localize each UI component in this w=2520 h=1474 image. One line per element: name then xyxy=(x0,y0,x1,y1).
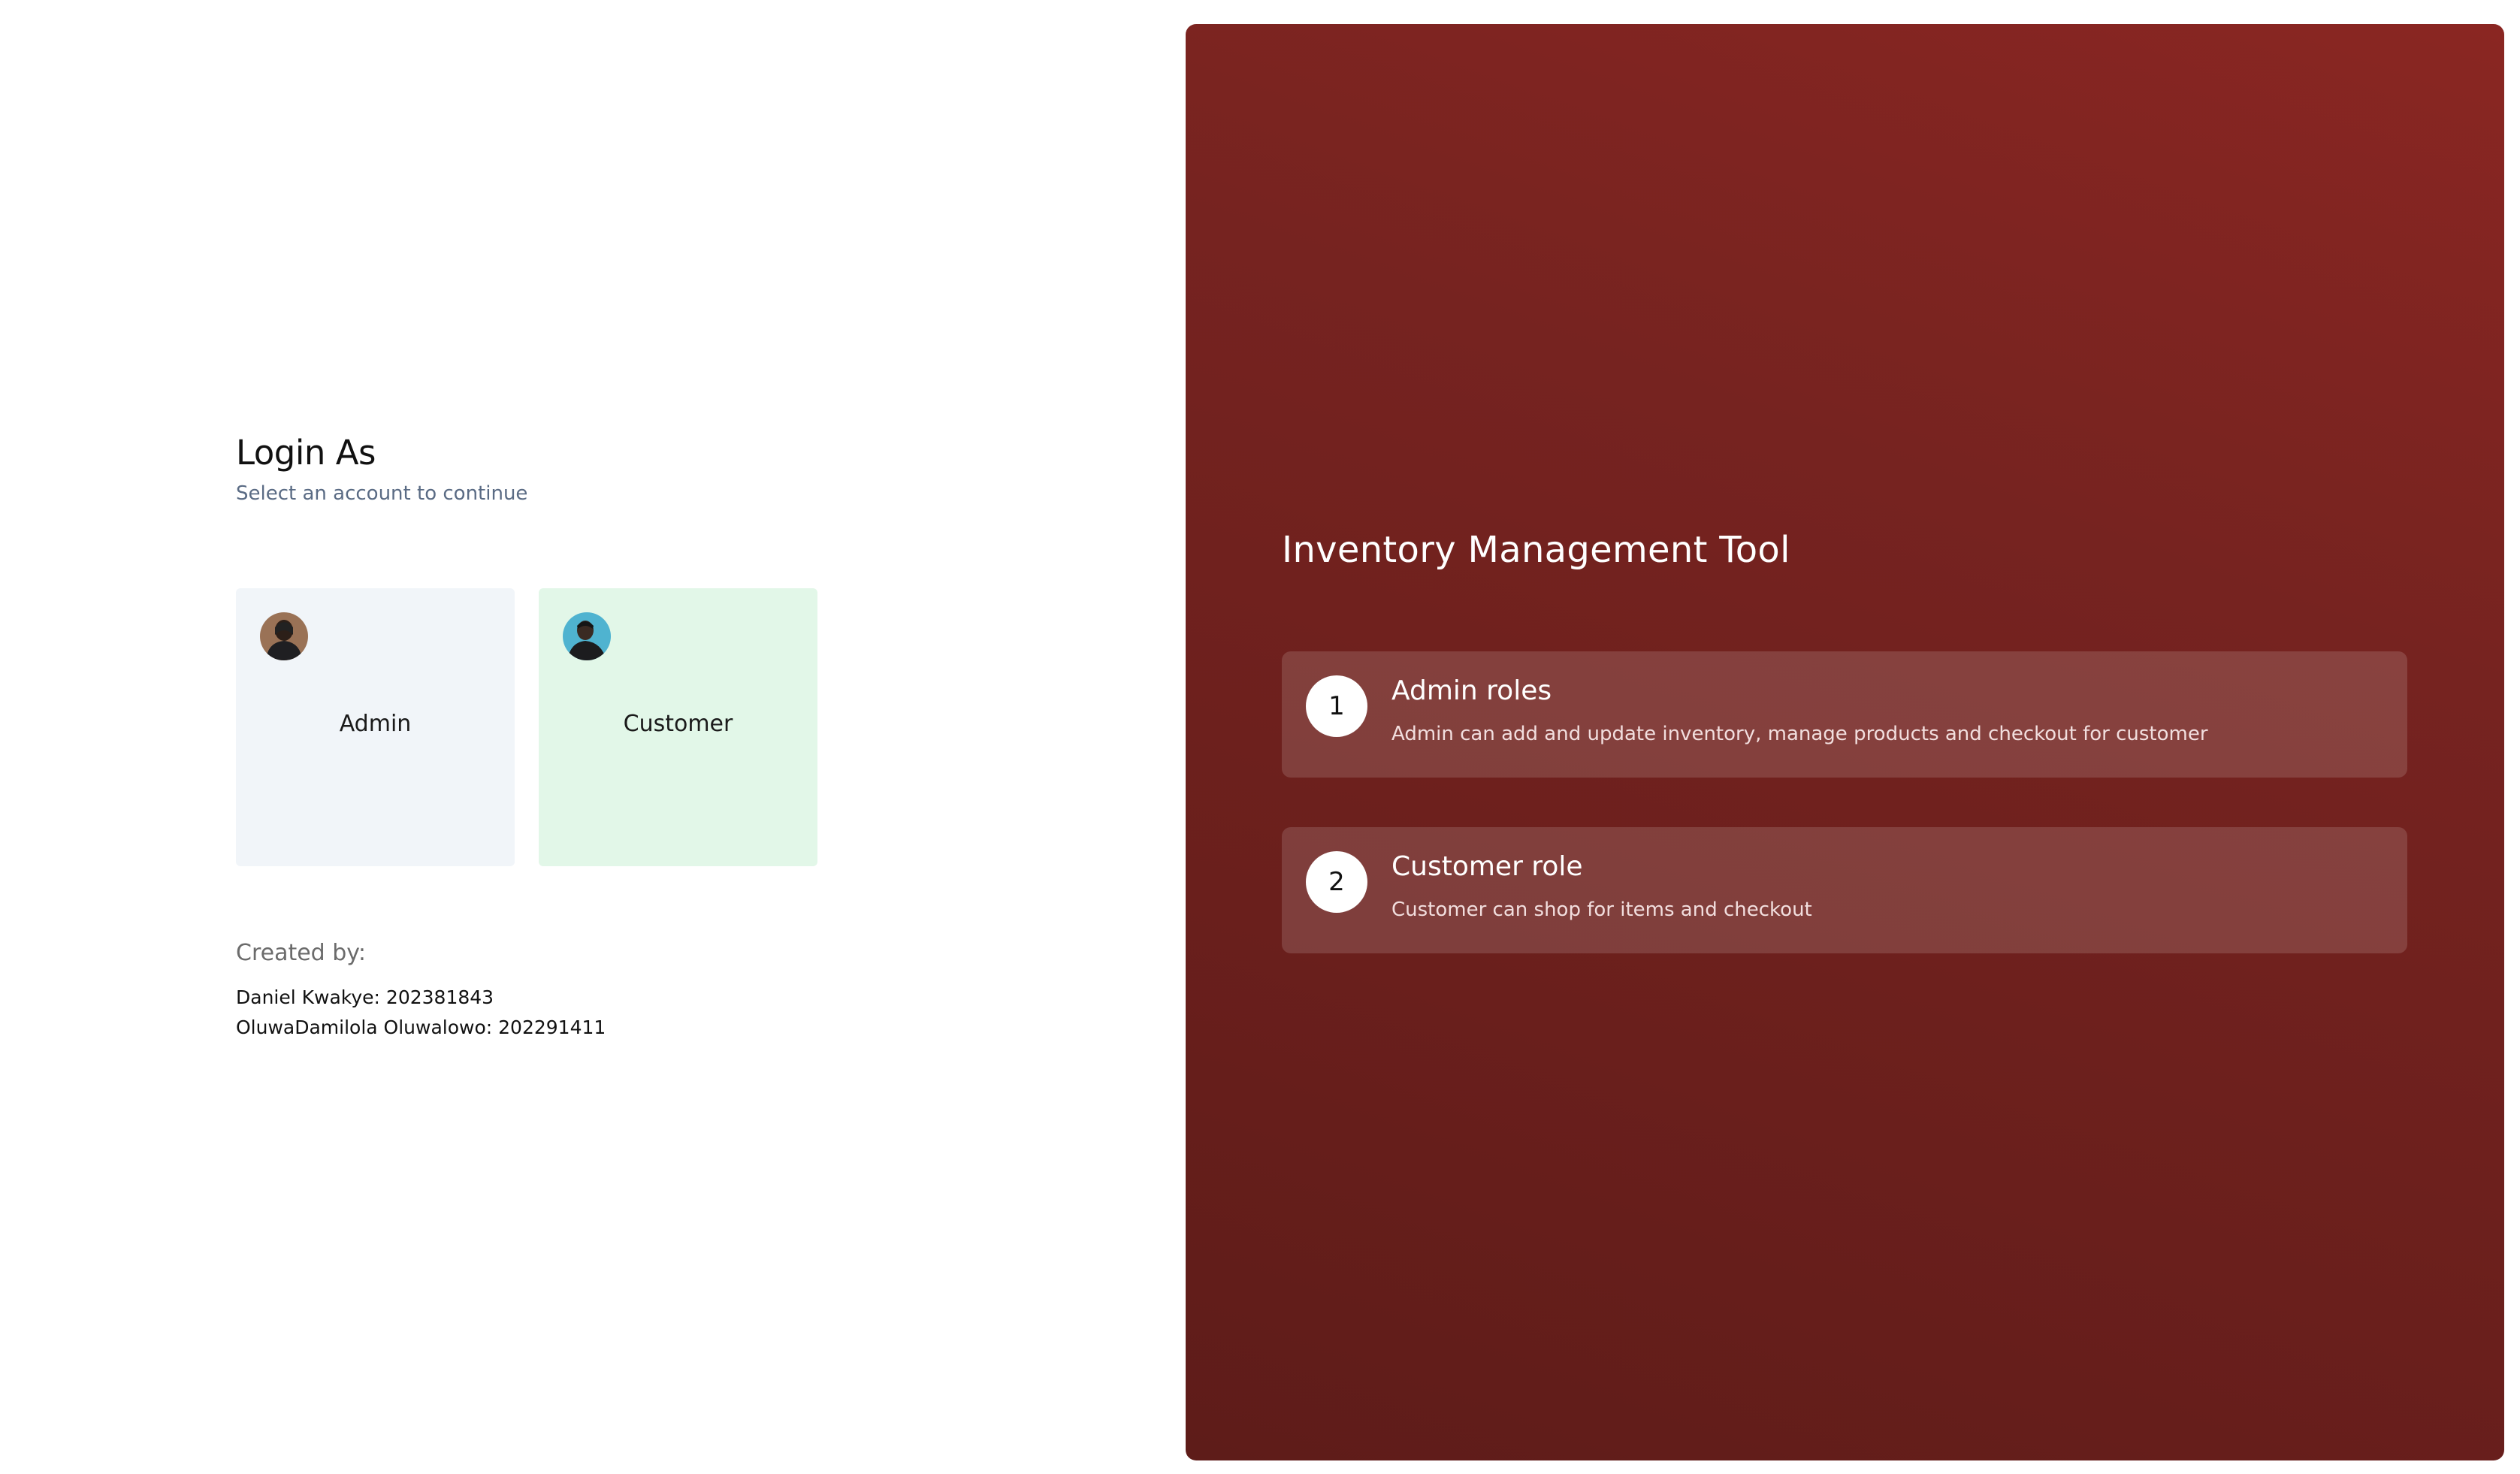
account-selector: Admin Customer xyxy=(236,588,817,866)
author-line: Daniel Kwakye: 202381843 xyxy=(236,986,494,1008)
app-title: Inventory Management Tool xyxy=(1282,529,1790,571)
admin-account-card[interactable]: Admin xyxy=(236,588,515,866)
role-description: Admin can add and update inventory, mana… xyxy=(1391,723,2208,745)
admin-account-label: Admin xyxy=(339,711,412,737)
login-header: Login As Select an account to continue xyxy=(236,434,527,505)
role-title: Admin roles xyxy=(1391,675,1552,706)
admin-avatar-icon xyxy=(260,612,308,660)
role-number-badge: 2 xyxy=(1306,851,1367,913)
role-card-customer: 2 Customer role Customer can shop for it… xyxy=(1282,827,2407,953)
credits-section: Created by: Daniel Kwakye: 202381843 Olu… xyxy=(236,940,606,1043)
customer-account-card[interactable]: Customer xyxy=(539,588,817,866)
info-panel: Inventory Management Tool 1 Admin roles … xyxy=(1186,24,2504,1460)
page-title: Login As xyxy=(236,433,376,473)
role-title: Customer role xyxy=(1391,851,1583,882)
role-number-badge: 1 xyxy=(1306,675,1367,737)
customer-account-label: Customer xyxy=(623,711,733,737)
author-line: OluwaDamilola Oluwalowo: 202291411 xyxy=(236,1016,606,1038)
role-card-admin: 1 Admin roles Admin can add and update i… xyxy=(1282,651,2407,778)
page-subtitle: Select an account to continue xyxy=(236,482,528,505)
login-panel: Login As Select an account to continue A… xyxy=(0,0,1180,1474)
login-page: Login As Select an account to continue A… xyxy=(0,0,2520,1474)
customer-avatar-icon xyxy=(563,612,611,660)
role-description: Customer can shop for items and checkout xyxy=(1391,899,1812,921)
credits-heading: Created by: xyxy=(236,940,366,966)
